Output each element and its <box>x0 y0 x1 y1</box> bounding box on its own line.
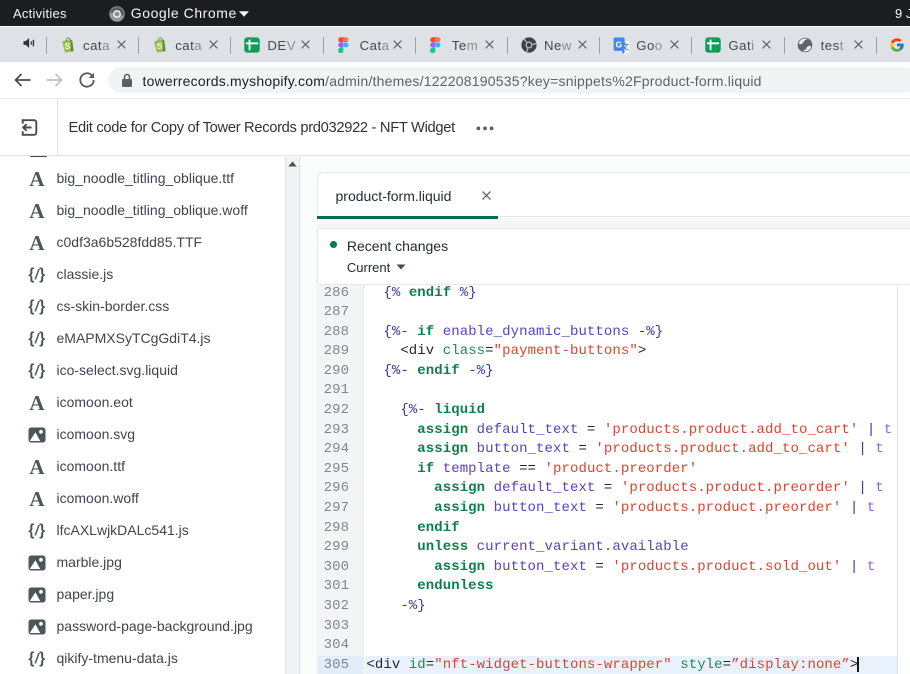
svg-text:S: S <box>64 40 70 50</box>
svg-text:S: S <box>156 40 162 50</box>
svg-text:G: G <box>615 39 622 49</box>
